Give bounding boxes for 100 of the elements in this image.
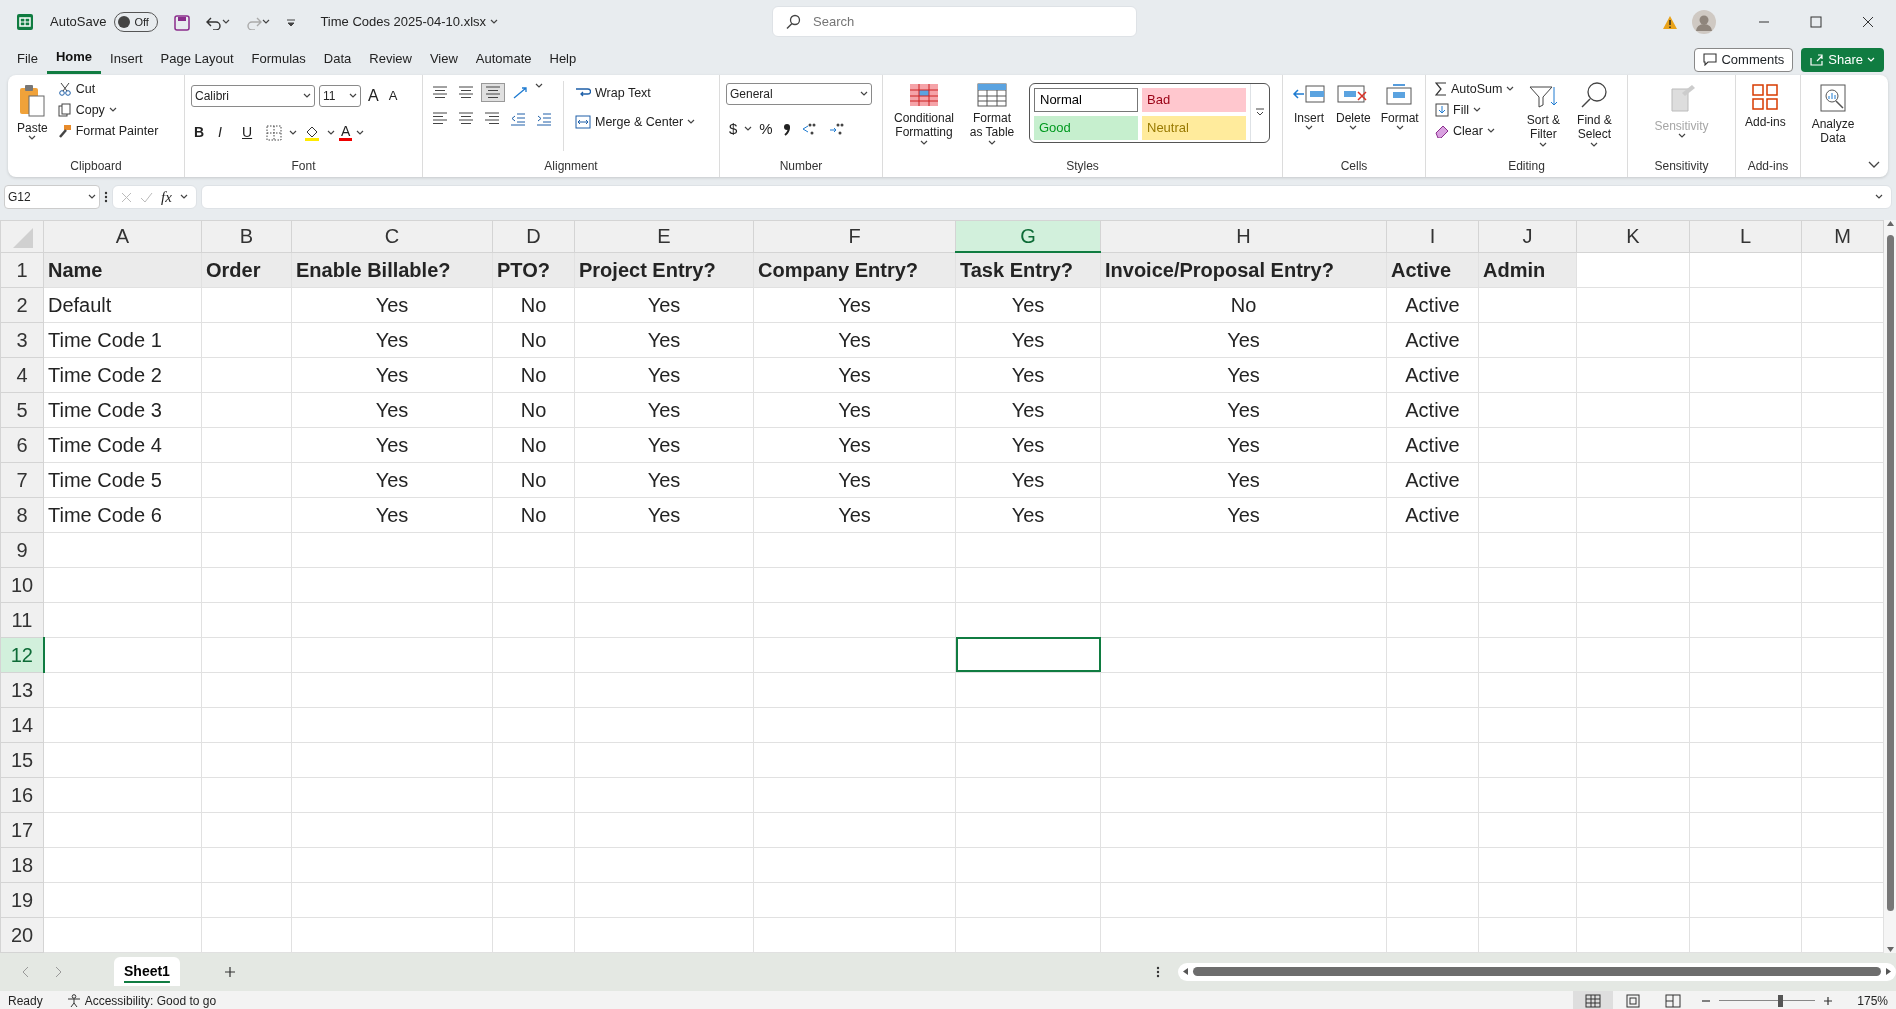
- italic-button[interactable]: I: [215, 121, 235, 144]
- sheet-tab[interactable]: Sheet1: [114, 957, 180, 986]
- close-icon[interactable]: [1862, 16, 1874, 28]
- row-header[interactable]: 9: [0, 532, 44, 567]
- underline-button[interactable]: U: [239, 121, 259, 144]
- zoom-slider-thumb[interactable]: [1777, 995, 1783, 1007]
- bottom-align-button[interactable]: [481, 83, 505, 102]
- row-header[interactable]: 13: [0, 672, 44, 707]
- caret-icon[interactable]: [108, 107, 117, 114]
- more-options-icon[interactable]: [1155, 965, 1160, 978]
- caret-icon[interactable]: [490, 19, 499, 25]
- ribbon-tab[interactable]: Insert: [101, 46, 152, 73]
- wrap-text-button[interactable]: Wrap Text: [572, 83, 699, 104]
- horizontal-scrollbar[interactable]: [1177, 962, 1896, 981]
- caret-icon[interactable]: [303, 93, 311, 99]
- copy-button[interactable]: Copy: [54, 99, 162, 121]
- caret-icon[interactable]: [179, 194, 188, 200]
- search-field[interactable]: Search: [772, 6, 1137, 37]
- column-header[interactable]: G: [955, 220, 1101, 252]
- format-as-table-button[interactable]: Format as Table: [963, 79, 1021, 157]
- row-header[interactable]: 12: [0, 637, 44, 672]
- clear-button[interactable]: Clear: [1432, 120, 1518, 142]
- column-header[interactable]: C: [291, 220, 493, 252]
- column-header[interactable]: D: [492, 220, 575, 252]
- column-header[interactable]: E: [574, 220, 754, 252]
- scroll-up-icon[interactable]: [1885, 220, 1895, 227]
- format-cells-button[interactable]: Format: [1377, 79, 1422, 157]
- ribbon-tab[interactable]: Data: [314, 46, 361, 73]
- file-title[interactable]: Time Codes 2025-04-10.xlsx: [320, 12, 487, 32]
- ribbon-tab[interactable]: View: [420, 46, 467, 73]
- font-size-field[interactable]: 11: [319, 85, 361, 107]
- caret-icon[interactable]: [1395, 125, 1404, 132]
- customize-icon[interactable]: [286, 18, 297, 27]
- bold-button[interactable]: B: [191, 121, 211, 144]
- caret-icon[interactable]: [289, 129, 297, 136]
- format-painter-button[interactable]: Format Painter: [54, 120, 162, 142]
- find-select-button[interactable]: Find & Select: [1569, 79, 1620, 157]
- caret-icon[interactable]: [535, 83, 543, 89]
- caret-icon[interactable]: [1305, 125, 1313, 132]
- row-header[interactable]: 5: [0, 392, 44, 427]
- row-header[interactable]: 3: [0, 322, 44, 357]
- row-header[interactable]: 19: [0, 882, 44, 917]
- row-header[interactable]: 7: [0, 462, 44, 497]
- column-header[interactable]: M: [1801, 220, 1884, 252]
- row-header[interactable]: 10: [0, 567, 44, 602]
- row-header[interactable]: 6: [0, 427, 44, 462]
- number-format-field[interactable]: General: [726, 83, 872, 105]
- caret-icon[interactable]: [1539, 141, 1548, 148]
- caret-icon[interactable]: [327, 129, 335, 136]
- cell-style-option[interactable]: Normal: [1034, 88, 1138, 112]
- checkmark-icon[interactable]: [140, 191, 153, 203]
- caret-icon[interactable]: [1506, 86, 1515, 93]
- caret-icon[interactable]: [920, 139, 928, 146]
- column-header[interactable]: K: [1576, 220, 1690, 252]
- currency-button[interactable]: $: [726, 117, 741, 142]
- autosum-button[interactable]: AutoSum: [1432, 79, 1518, 100]
- insert-cells-button[interactable]: Insert: [1289, 79, 1329, 157]
- add-sheet-icon[interactable]: [223, 965, 236, 978]
- column-header[interactable]: J: [1478, 220, 1577, 252]
- ribbon-tab[interactable]: Review: [360, 46, 421, 73]
- formula-input[interactable]: [200, 185, 1892, 209]
- font-name-field[interactable]: Calibri: [191, 85, 315, 107]
- delete-cells-button[interactable]: Delete: [1333, 79, 1374, 157]
- column-header[interactable]: I: [1386, 220, 1479, 252]
- fill-button[interactable]: Fill: [1432, 99, 1518, 121]
- caret-icon[interactable]: [356, 129, 365, 136]
- caret-icon[interactable]: [687, 119, 696, 126]
- column-header[interactable]: H: [1100, 220, 1387, 252]
- ribbon-tab[interactable]: Help: [540, 46, 586, 73]
- caret-icon[interactable]: [860, 91, 868, 97]
- row-header[interactable]: 8: [0, 497, 44, 532]
- avatar-icon[interactable]: [1692, 10, 1716, 34]
- caret-icon[interactable]: [1349, 125, 1358, 132]
- collapse-ribbon-icon[interactable]: [1868, 161, 1880, 169]
- grow-font-button[interactable]: A: [365, 83, 382, 109]
- cell-style-option[interactable]: Bad: [1142, 88, 1246, 112]
- column-header[interactable]: B: [201, 220, 292, 252]
- caret-icon[interactable]: [262, 19, 271, 25]
- row-header[interactable]: 15: [0, 742, 44, 777]
- caret-icon[interactable]: [1590, 141, 1599, 148]
- caret-icon[interactable]: [744, 126, 753, 133]
- ribbon-tab[interactable]: File: [8, 46, 47, 73]
- caret-icon[interactable]: [988, 139, 996, 146]
- comments-button[interactable]: Comments: [1694, 47, 1794, 72]
- zoom-slider[interactable]: [1719, 994, 1816, 1008]
- ribbon-tab[interactable]: Automate: [466, 46, 541, 73]
- cell-style-option[interactable]: Neutral: [1142, 116, 1246, 140]
- column-header[interactable]: L: [1689, 220, 1802, 252]
- ribbon-tab[interactable]: Formulas: [242, 46, 315, 73]
- add-ins-button[interactable]: Add-ins: [1742, 79, 1789, 157]
- name-box[interactable]: G12: [4, 185, 100, 209]
- accessibility-status[interactable]: Accessibility: Good to go: [66, 992, 217, 1009]
- save-icon[interactable]: [174, 14, 191, 31]
- caret-icon[interactable]: [1472, 107, 1481, 114]
- row-header[interactable]: 11: [0, 602, 44, 637]
- sort-filter-button[interactable]: Sort & Filter: [1521, 79, 1566, 157]
- caret-icon[interactable]: [349, 93, 357, 99]
- row-header[interactable]: 4: [0, 357, 44, 392]
- shrink-font-button[interactable]: A: [385, 85, 401, 107]
- insert-function-button[interactable]: fx: [161, 185, 172, 209]
